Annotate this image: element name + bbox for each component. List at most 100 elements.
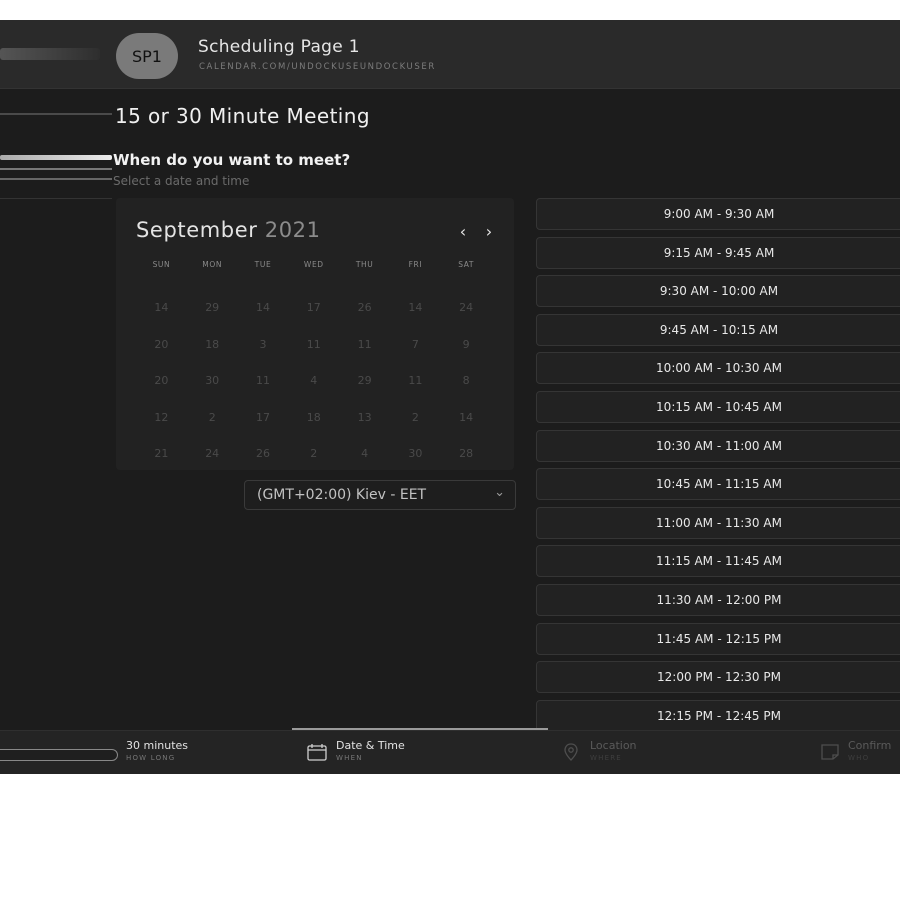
calendar-day: 4 xyxy=(361,447,369,460)
weekday-label: MON xyxy=(202,260,223,269)
time-slot-button[interactable]: 10:45 AM - 11:15 AM xyxy=(536,468,900,501)
step-sublabel: WHERE xyxy=(590,754,622,762)
section-heading: When do you want to meet? xyxy=(113,151,351,169)
step-label: Location xyxy=(590,739,637,752)
calendar-day: 20 xyxy=(154,337,169,351)
weekday-label: TUE xyxy=(254,260,272,269)
time-slot-label: 12:15 PM - 12:45 PM xyxy=(657,708,781,723)
time-slot-button[interactable]: 10:15 AM - 10:45 AM xyxy=(536,391,900,423)
location-pin-icon xyxy=(564,743,578,761)
calendar-day: 2 xyxy=(310,447,318,460)
time-slot-button[interactable]: 9:15 AM - 9:45 AM xyxy=(536,236,900,269)
left-divider xyxy=(0,113,112,115)
calendar-day: 26 xyxy=(255,447,270,460)
time-slot-list[interactable]: 9:00 AM - 9:30 AM 9:15 AM - 9:45 AM 9:30 A… xyxy=(536,198,900,730)
calendar-day: 11 xyxy=(306,337,321,351)
step-label: Date & Time xyxy=(336,739,405,752)
weekday-label: SUN xyxy=(152,260,171,269)
left-divider xyxy=(0,168,112,170)
step-bar: 30 minutes HOW LONG Date & Time WHEN Loc… xyxy=(0,730,900,774)
calendar-day: 7 xyxy=(411,337,419,351)
calendar-day: 20 xyxy=(154,374,169,387)
calendar-day: 17 xyxy=(306,301,321,314)
calendar-day: 14 xyxy=(255,301,270,314)
time-slot-button[interactable]: 9:00 AM - 9:30 AM xyxy=(536,198,900,230)
scheduling-app: SP1 Scheduling Page 1 CALENDAR.COM/UNDOC… xyxy=(0,20,900,774)
calendar-day: 18 xyxy=(205,337,220,351)
step-confirm[interactable]: Confirm WHO xyxy=(848,739,891,762)
calendar-day: 4 xyxy=(310,374,318,387)
calendar-week-row: 12 2 17 18 13 2 14 xyxy=(136,411,492,424)
weekday-label: FRI xyxy=(408,260,423,269)
step-label: Confirm xyxy=(848,739,892,752)
header: SP1 Scheduling Page 1 CALENDAR.COM/UNDOC… xyxy=(0,20,900,89)
time-slot-label: 9:15 AM - 9:45 AM xyxy=(663,245,775,260)
calendar-day: 3 xyxy=(259,337,267,351)
time-slot-label: 10:00 AM - 10:30 AM xyxy=(656,361,782,376)
step-location[interactable]: Location WHERE xyxy=(590,739,637,762)
section-subtitle: Select a date and time xyxy=(113,174,250,188)
calendar-icon xyxy=(307,744,327,761)
time-slot-label: 11:15 AM - 11:45 AM xyxy=(656,554,782,569)
time-slot-label: 9:45 AM - 10:15 AM xyxy=(659,322,779,337)
time-slot-label: 11:00 AM - 11:30 AM xyxy=(656,515,782,530)
time-slot-label: 11:45 AM - 12:15 PM xyxy=(656,631,782,646)
calendar-day: 24 xyxy=(205,447,220,460)
header-url[interactable]: CALENDAR.COM/UNDOCKUSEUNDOCKUSER xyxy=(199,62,436,72)
step-duration[interactable]: 30 minutes HOW LONG xyxy=(126,739,188,762)
chevron-down-icon: ⌄ xyxy=(494,485,505,500)
header-title: Scheduling Page 1 xyxy=(198,37,360,57)
step-date-time[interactable]: Date & Time WHEN xyxy=(336,739,405,762)
time-slot-button[interactable]: 12:00 PM - 12:30 PM xyxy=(536,661,900,694)
time-slot-label: 12:00 PM - 12:30 PM xyxy=(657,670,781,685)
weekday-header: SUN MON TUE WED THU FRI SAT xyxy=(136,260,492,269)
time-slot-button[interactable]: 10:30 AM - 11:00 AM xyxy=(536,429,900,462)
left-highlight-bar xyxy=(0,155,112,160)
calendar-day: 29 xyxy=(205,301,220,314)
chevron-left-icon[interactable]: ‹ xyxy=(455,222,471,241)
calendar-day: 13 xyxy=(357,410,372,424)
header-decoration xyxy=(0,48,100,60)
time-slot-button[interactable]: 11:45 AM - 12:15 PM xyxy=(536,622,900,655)
calendar-day: 26 xyxy=(357,301,372,314)
weekday-label: THU xyxy=(355,260,374,269)
duration-pill xyxy=(0,749,118,761)
time-slot-button[interactable]: 9:45 AM - 10:15 AM xyxy=(536,313,900,346)
calendar-week-row: 21 24 26 2 4 30 28 xyxy=(136,447,492,460)
weekday-label: WED xyxy=(303,260,324,269)
weekday-label: SAT xyxy=(458,260,475,269)
calendar-day: 12 xyxy=(154,410,169,424)
left-divider xyxy=(0,178,112,180)
calendar-day: 30 xyxy=(205,374,220,387)
calendar-week-row: 14 29 14 17 26 14 24 xyxy=(136,301,492,314)
calendar: September 2021 ‹ › SUN MON TUE WED THU FRI SAT… xyxy=(116,198,514,470)
calendar-day: 14 xyxy=(459,410,474,424)
time-slot-button[interactable]: 11:15 AM - 11:45 AM xyxy=(536,545,900,578)
calendar-day: 11 xyxy=(408,374,423,387)
page-title: 15 or 30 Minute Meeting xyxy=(115,104,370,128)
step-sublabel: WHEN xyxy=(336,754,363,762)
calendar-day: 29 xyxy=(357,374,372,387)
time-slot-label: 9:00 AM - 9:30 AM xyxy=(663,207,775,221)
calendar-day: 2 xyxy=(411,410,419,424)
time-slot-button[interactable]: 12:15 PM - 12:45 PM xyxy=(536,699,900,730)
time-slot-button[interactable]: 11:30 AM - 12:00 PM xyxy=(536,584,900,616)
avatar[interactable]: SP1 xyxy=(116,33,178,79)
time-slot-label: 10:30 AM - 11:00 AM xyxy=(656,438,782,453)
month-name: September xyxy=(136,218,258,242)
time-slot-label: 11:30 AM - 12:00 PM xyxy=(656,593,782,607)
calendar-day: 9 xyxy=(462,337,470,351)
timezone-select[interactable]: (GMT+02:00) Kiev - EET ⌄ xyxy=(244,480,516,510)
calendar-month-title: September 2021 xyxy=(136,218,321,242)
timezone-value: (GMT+02:00) Kiev - EET xyxy=(257,487,427,503)
time-slot-label: 10:15 AM - 10:45 AM xyxy=(656,400,782,414)
calendar-day: 14 xyxy=(154,301,169,314)
calendar-day: 11 xyxy=(255,374,270,387)
chevron-right-icon[interactable]: › xyxy=(481,222,497,241)
time-slot-button[interactable]: 10:00 AM - 10:30 AM xyxy=(536,352,900,385)
time-slot-button[interactable]: 9:30 AM - 10:00 AM xyxy=(536,275,900,308)
calendar-day: 18 xyxy=(306,410,321,424)
calendar-day: 14 xyxy=(408,301,423,314)
calendar-day: 21 xyxy=(154,447,169,460)
time-slot-button[interactable]: 11:00 AM - 11:30 AM xyxy=(536,506,900,539)
